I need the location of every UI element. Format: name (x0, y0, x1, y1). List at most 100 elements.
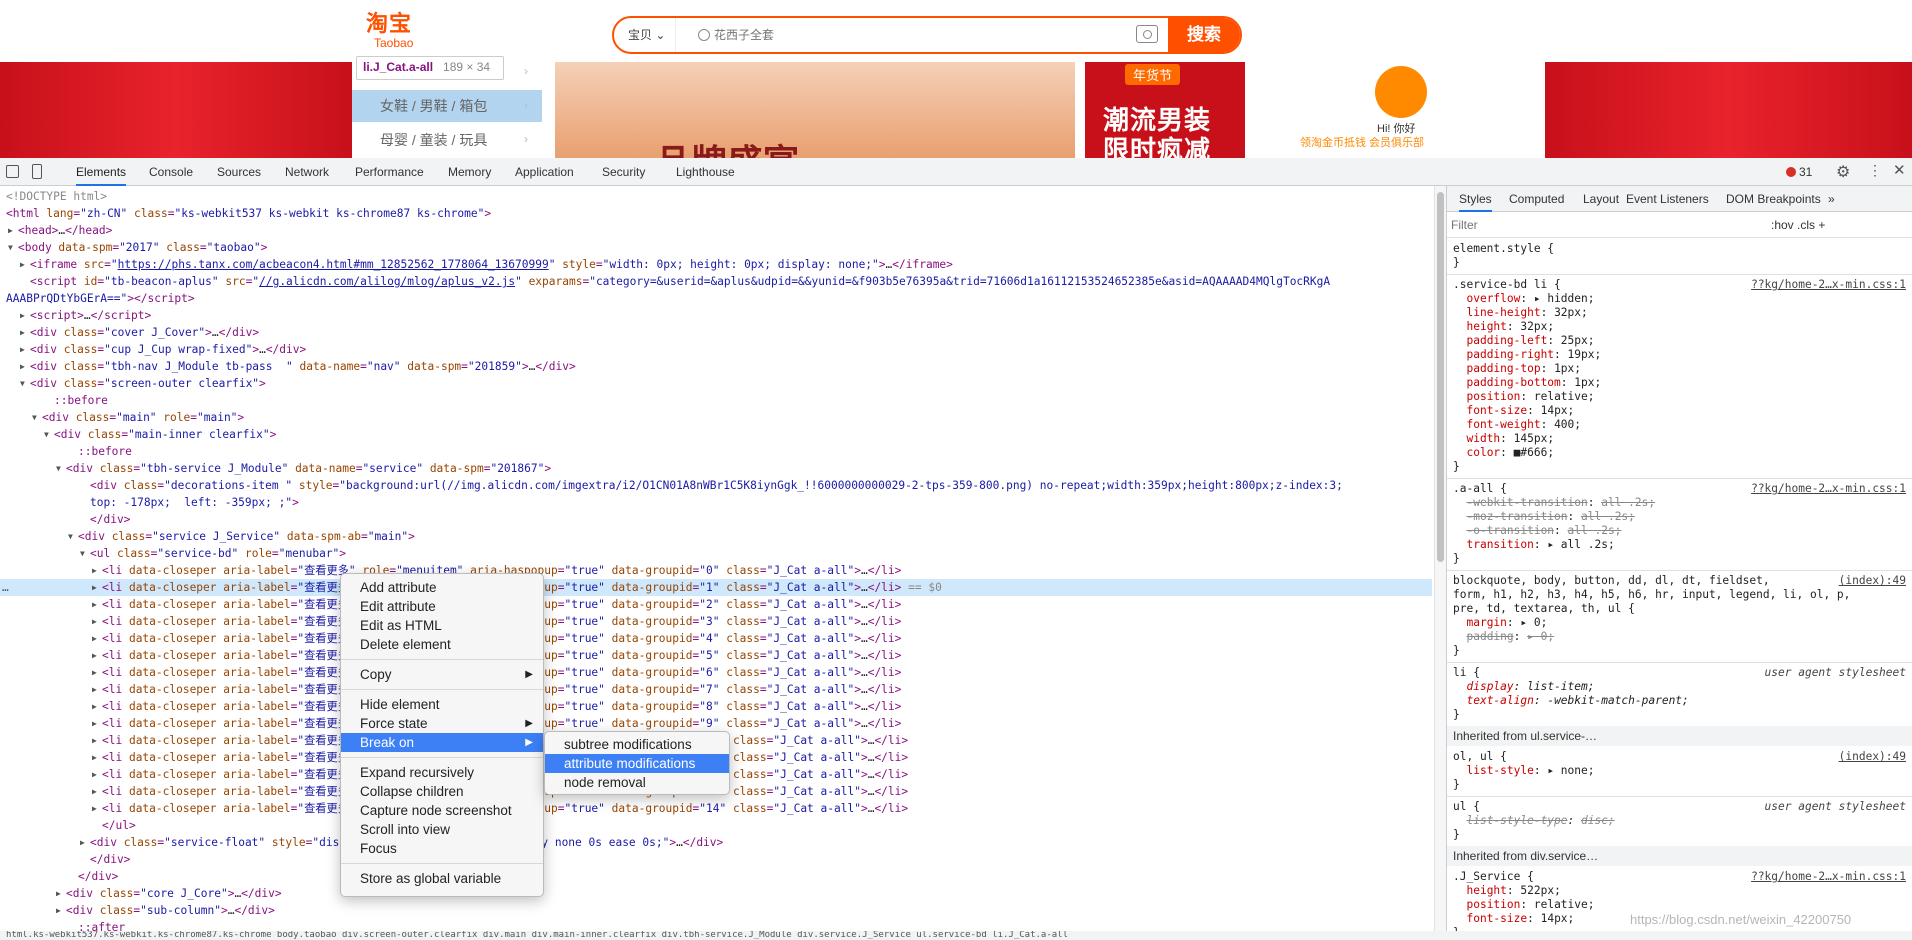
dom-node[interactable]: ::after (0, 919, 1432, 931)
expand-toggle-icon[interactable]: ▶ (92, 800, 97, 817)
user-links[interactable]: 领淘金币抵钱 会员俱乐部 (1300, 134, 1424, 150)
dom-node[interactable]: <!DOCTYPE html> (0, 188, 1432, 205)
gear-icon[interactable]: ⚙ (1836, 162, 1850, 182)
dom-node[interactable]: ::before (0, 443, 1432, 460)
expand-toggle-icon[interactable]: ▼ (56, 460, 61, 477)
dom-node[interactable]: ▼ <div class="screen-outer clearfix"> (0, 375, 1432, 392)
expand-toggle-icon[interactable]: ▶ (56, 902, 61, 919)
dom-node[interactable]: ::before (0, 392, 1432, 409)
expand-toggle-icon[interactable]: ▶ (92, 562, 97, 579)
styles-tab-layout[interactable]: Layout (1583, 186, 1619, 212)
expand-toggle-icon[interactable]: ▶ (80, 834, 85, 851)
tab-lighthouse[interactable]: Lighthouse (676, 158, 735, 186)
tab-network[interactable]: Network (285, 158, 329, 186)
dom-node[interactable]: ▶<div class="service-float" style="displ… (0, 834, 1432, 851)
expand-toggle-icon[interactable]: ▶ (92, 698, 97, 715)
dom-node[interactable]: ▶<li data-closeper aria-label="查看更多" rol… (0, 630, 1432, 647)
dom-node[interactable]: ▼ <div class="main-inner clearfix"> (0, 426, 1432, 443)
tab-application[interactable]: Application (515, 158, 574, 186)
styles-tab-computed[interactable]: Computed (1509, 186, 1564, 212)
styles-tab-dom-breakpoints[interactable]: DOM Breakpoints (1726, 186, 1821, 212)
device-toolbar-icon[interactable] (32, 164, 42, 179)
expand-toggle-icon[interactable]: ▼ (80, 545, 85, 562)
expand-toggle-icon[interactable]: ▶ (92, 647, 97, 664)
taobao-logo[interactable]: 淘宝 Taobao (366, 12, 446, 52)
dom-node[interactable]: ▶<li data-closeper aria-label="查看更多" rol… (0, 681, 1432, 698)
css-source-link[interactable]: ??kg/home-2…x-min.css:1 (1751, 870, 1906, 883)
submenu-item-subtree-modifications[interactable]: subtree modifications (545, 735, 729, 754)
menu-item-collapse-children[interactable]: Collapse children (341, 782, 543, 801)
search-button[interactable]: 搜索 (1168, 18, 1240, 52)
css-source-link[interactable]: (index):49 (1839, 574, 1906, 587)
tab-security[interactable]: Security (602, 158, 645, 186)
tab-console[interactable]: Console (149, 158, 193, 186)
expand-toggle-icon[interactable]: ▼ (68, 528, 73, 545)
styles-tab--[interactable]: » (1828, 186, 1835, 212)
expand-toggle-icon[interactable]: ▶ (20, 341, 25, 358)
expand-toggle-icon[interactable]: ▶ (92, 664, 97, 681)
tab-elements[interactable]: Elements (76, 158, 127, 186)
styles-filter-input[interactable] (1451, 216, 1761, 234)
tab-sources[interactable]: Sources (217, 158, 261, 186)
menu-item-copy[interactable]: Copy ▶ (341, 665, 543, 684)
menu-item-force-state[interactable]: Force state ▶ (341, 714, 543, 733)
styles-tab-event-listeners[interactable]: Event Listeners (1626, 186, 1709, 212)
styles-tab-styles[interactable]: Styles (1459, 186, 1492, 212)
menu-item-edit-as-html[interactable]: Edit as HTML (341, 616, 543, 635)
css-source-link[interactable]: ??kg/home-2…x-min.css:1 (1751, 278, 1906, 291)
dom-node[interactable]: ▶<li data-closeper aria-label="查看更多" rol… (0, 715, 1432, 732)
dom-node[interactable]: ▶ <div class="tbh-nav J_Module tb-pass " … (0, 358, 1432, 375)
dom-node[interactable]: ▶<li data-closeper aria-label="查看更多" rol… (0, 698, 1432, 715)
dom-node[interactable]: ▼ <div class="main" role="main"> (0, 409, 1432, 426)
expand-toggle-icon[interactable]: ▶ (8, 222, 13, 239)
expand-toggle-icon[interactable]: ▶ (92, 613, 97, 630)
expand-toggle-icon[interactable]: ▶ (92, 681, 97, 698)
dom-node[interactable]: top: -178px; left: -359px; ;"> (0, 494, 1432, 511)
expand-toggle-icon[interactable]: ▶ (92, 766, 97, 783)
expand-toggle-icon[interactable]: ▼ (32, 409, 37, 426)
menu-item-scroll-into-view[interactable]: Scroll into view (341, 820, 543, 839)
tab-memory[interactable]: Memory (448, 158, 491, 186)
dom-node[interactable]: ▶ <div class="core J_Core">…</div> (0, 885, 1432, 902)
expand-toggle-icon[interactable]: ▼ (20, 375, 25, 392)
dom-node[interactable]: </ul> (0, 817, 1432, 834)
hov-cls-toggles[interactable]: :hov .cls + (1771, 218, 1825, 232)
dom-node[interactable]: AAABPrQDtYbGErA=="></script> (0, 290, 1432, 307)
dom-node[interactable]: ▼ <div class="tbh-service J_Module" data-… (0, 460, 1432, 477)
expand-toggle-icon[interactable]: ▶ (92, 749, 97, 766)
submenu-item-node-removal[interactable]: node removal (545, 773, 729, 792)
dom-node[interactable]: ▼ <ul class="service-bd" role="menubar"> (0, 545, 1432, 562)
expand-toggle-icon[interactable]: ▶ (92, 579, 97, 596)
service-item[interactable]: 母婴 / 童装 / 玩具 (352, 124, 542, 156)
dom-node[interactable]: ▶ <div class="cup J_Cup wrap-fixed">…</di… (0, 341, 1432, 358)
dom-node[interactable]: ▶ <div class="sub-column">…</div> (0, 902, 1432, 919)
menu-item-focus[interactable]: Focus (341, 839, 543, 858)
promo-banner-2[interactable]: 年货节 潮流男装 限时疯减 (1085, 62, 1245, 158)
expand-toggle-icon[interactable]: ▶ (56, 885, 61, 902)
dom-node[interactable]: ▶<li data-closeper aria-label="查看更多" rol… (0, 613, 1432, 630)
expand-toggle-icon[interactable]: ▶ (92, 630, 97, 647)
menu-item-edit-attribute[interactable]: Edit attribute (341, 597, 543, 616)
tab-performance[interactable]: Performance (355, 158, 424, 186)
dom-node[interactable]: ▶ <div class="cover J_Cover">…</div> (0, 324, 1432, 341)
dom-node[interactable]: <script id="tb-beacon-aplus" src="//g.al… (0, 273, 1432, 290)
css-source-link[interactable]: (index):49 (1839, 750, 1906, 763)
close-icon[interactable]: ✕ (1893, 161, 1906, 179)
dom-node[interactable]: ▶<li data-closeper aria-label="查看更多" rol… (0, 596, 1432, 613)
inspect-element-icon[interactable] (6, 165, 19, 178)
expand-toggle-icon[interactable]: ▶ (20, 324, 25, 341)
search-category-select[interactable]: 宝贝 ⌄ (628, 18, 677, 52)
more-icon[interactable]: ⋮ (1868, 162, 1882, 179)
menu-item-expand-recursively[interactable]: Expand recursively (341, 763, 543, 782)
dom-node[interactable]: <div class="decorations-item " style="ba… (0, 477, 1432, 494)
menu-item-delete-element[interactable]: Delete element (341, 635, 543, 654)
dom-node[interactable]: ▶ <head>…</head> (0, 222, 1432, 239)
dom-node[interactable]: </div> (0, 868, 1432, 885)
expand-toggle-icon[interactable]: ▶ (20, 307, 25, 324)
error-count[interactable]: 31 (1786, 165, 1812, 179)
menu-item-add-attribute[interactable]: Add attribute (341, 578, 543, 597)
scroll-thumb[interactable] (1437, 192, 1444, 562)
menu-item-store-as-global-variable[interactable]: Store as global variable (341, 869, 543, 888)
dom-node[interactable]: ▶ <iframe src="https://phs.tanx.com/acbea… (0, 256, 1432, 273)
expand-toggle-icon[interactable]: ▶ (92, 783, 97, 800)
